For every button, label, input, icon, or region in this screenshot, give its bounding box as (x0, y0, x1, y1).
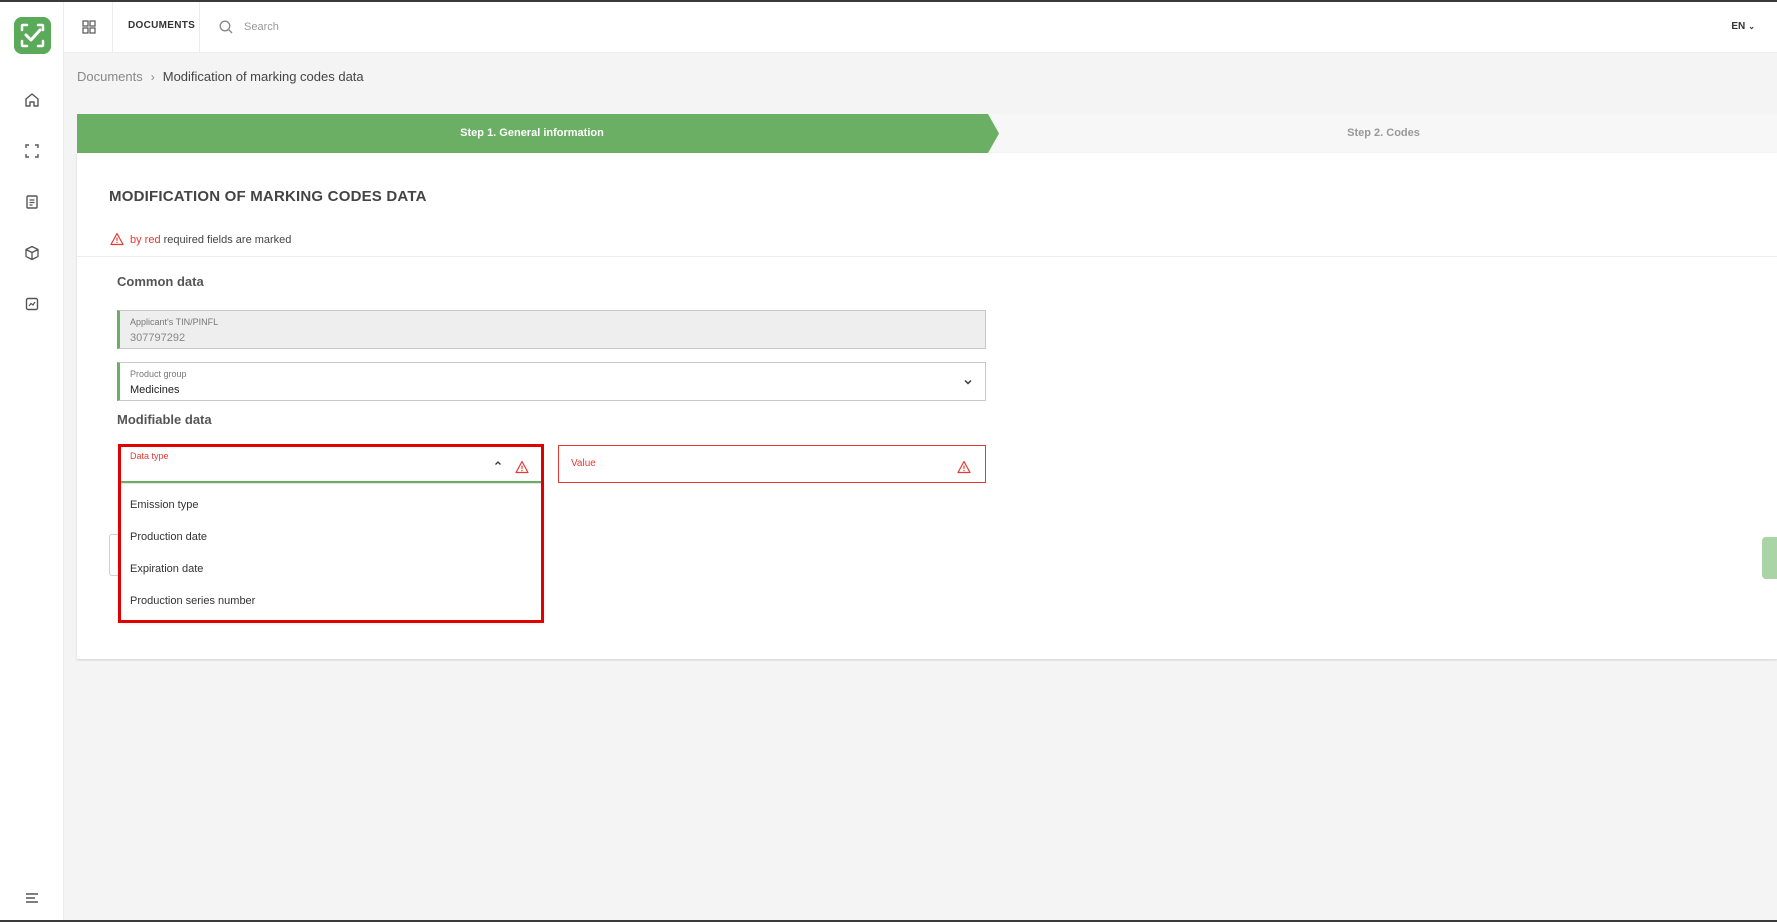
step-general-information[interactable]: Step 1. General information (77, 114, 999, 153)
applicant-tin-field: Applicant's TIN/PINFL 307797292 (117, 310, 986, 349)
product-group-value: Medicines (130, 384, 180, 396)
search-input[interactable] (244, 16, 544, 38)
data-type-select[interactable]: Data type (119, 445, 544, 483)
home-icon[interactable] (22, 90, 42, 110)
product-group-select[interactable]: Product group Medicines (117, 362, 986, 401)
language-label: EN (1731, 21, 1746, 32)
chevron-up-icon (493, 458, 503, 468)
page-title: MODIFICATION OF MARKING CODES DATA (109, 188, 427, 205)
step-codes[interactable]: Step 2. Codes (990, 114, 1777, 153)
warning-icon (515, 460, 529, 474)
required-note-highlight: by red (130, 234, 161, 246)
value-label: Value (571, 458, 596, 469)
dropdown-option[interactable]: Production series number (130, 591, 530, 611)
chevron-down-icon: ⌄ (1748, 22, 1755, 31)
applicant-tin-value: 307797292 (130, 332, 186, 344)
modifiable-data-heading: Modifiable data (117, 412, 212, 427)
required-fields-note: by red required fields are marked (110, 232, 291, 246)
product-group-label: Product group (130, 369, 187, 379)
section-title: DOCUMENTS (128, 20, 196, 31)
menu-icon[interactable] (22, 888, 42, 908)
header-divider (199, 2, 200, 53)
chevron-down-icon (962, 376, 974, 388)
chevron-right-icon: › (150, 70, 155, 84)
dropdown-option[interactable]: Production date (130, 527, 530, 547)
breadcrumb: Documents › Modification of marking codes … (77, 69, 364, 84)
value-input[interactable]: Value (558, 445, 986, 483)
step-progress: Step 1. General information Step 2. Code… (77, 114, 1777, 153)
language-selector[interactable]: EN ⌄ (1731, 21, 1755, 32)
document-icon[interactable] (22, 192, 42, 212)
breadcrumb-current: Modification of marking codes data (162, 69, 364, 84)
form-card: MODIFICATION OF MARKING CODES DATA by re… (77, 153, 1777, 659)
app-logo[interactable] (14, 17, 51, 54)
warning-icon (110, 232, 124, 246)
dropdown-option[interactable]: Emission type (130, 495, 530, 515)
next-button[interactable] (1762, 537, 1777, 579)
apps-grid-icon[interactable] (81, 19, 97, 35)
common-data-heading: Common data (117, 274, 204, 289)
breadcrumb-documents-link[interactable]: Documents (77, 69, 143, 84)
divider (77, 256, 1777, 257)
warning-icon (957, 460, 971, 474)
header-divider (112, 2, 113, 53)
top-header: DOCUMENTS EN⌄ (64, 2, 1777, 53)
required-note-text: required fields are marked (160, 234, 292, 246)
applicant-tin-label: Applicant's TIN/PINFL (130, 317, 219, 327)
scan-icon[interactable] (22, 141, 42, 161)
data-type-dropdown: Emission type Production date Expiration… (119, 483, 544, 621)
box-icon[interactable] (22, 243, 42, 263)
data-type-label: Data type (130, 451, 169, 461)
sidebar (0, 2, 64, 920)
search-icon (218, 19, 234, 35)
report-icon[interactable] (22, 294, 42, 314)
dropdown-option[interactable]: Expiration date (130, 559, 530, 579)
